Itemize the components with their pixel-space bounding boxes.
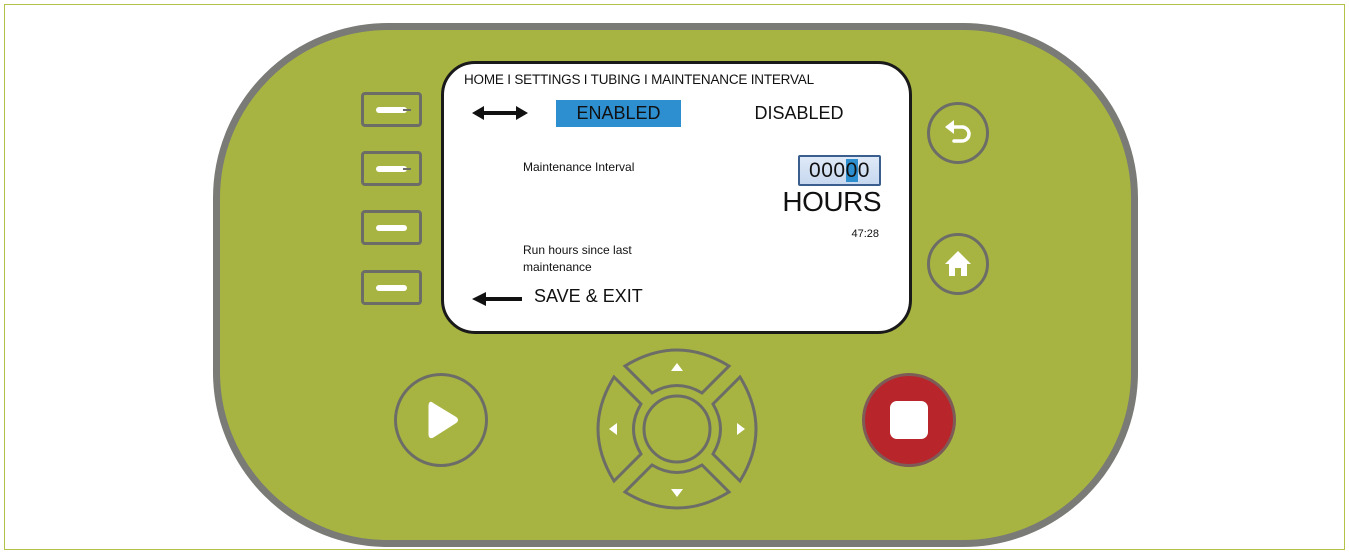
softkey-3[interactable] bbox=[361, 210, 422, 245]
stop-button[interactable] bbox=[862, 373, 956, 467]
run-hours-value: 47:28 bbox=[851, 228, 879, 240]
left-right-arrow-icon bbox=[472, 106, 528, 120]
display-screen: HOME I SETTINGS I TUBING I MAINTENANCE I… bbox=[441, 61, 912, 334]
save-exit-label[interactable]: SAVE & EXIT bbox=[534, 286, 643, 307]
dpad-up-button[interactable] bbox=[622, 348, 732, 395]
stop-icon bbox=[890, 401, 928, 439]
dpad-right-button[interactable] bbox=[711, 374, 758, 484]
home-button[interactable] bbox=[927, 233, 989, 295]
back-arrow-icon bbox=[945, 120, 971, 143]
back-button[interactable] bbox=[927, 102, 989, 164]
softkey-4[interactable] bbox=[361, 270, 422, 305]
softkey-2[interactable] bbox=[361, 151, 422, 186]
counter-prefix: 000 bbox=[809, 159, 846, 182]
softkey-1[interactable] bbox=[361, 92, 422, 127]
counter-cursor-digit: 0 bbox=[845, 159, 858, 182]
direction-pad bbox=[596, 348, 758, 510]
play-button[interactable] bbox=[394, 373, 488, 467]
counter-suffix: 0 bbox=[857, 159, 870, 182]
dpad-center-button[interactable] bbox=[642, 394, 712, 464]
unit-label: HOURS bbox=[782, 186, 881, 217]
play-icon bbox=[428, 401, 458, 439]
breadcrumb: HOME I SETTINGS I TUBING I MAINTENANCE I… bbox=[464, 72, 814, 87]
left-arrow-icon bbox=[472, 292, 522, 306]
home-icon bbox=[945, 251, 971, 276]
maintenance-interval-input[interactable]: 00000 bbox=[798, 155, 881, 186]
dpad-down-button[interactable] bbox=[622, 463, 732, 510]
option-enabled[interactable]: ENABLED bbox=[556, 100, 681, 127]
option-disabled[interactable]: DISABLED bbox=[744, 100, 854, 127]
run-hours-label: Run hours since last maintenance bbox=[523, 243, 632, 274]
dpad-left-button[interactable] bbox=[596, 374, 643, 484]
maintenance-interval-label: Maintenance Interval bbox=[523, 160, 635, 174]
